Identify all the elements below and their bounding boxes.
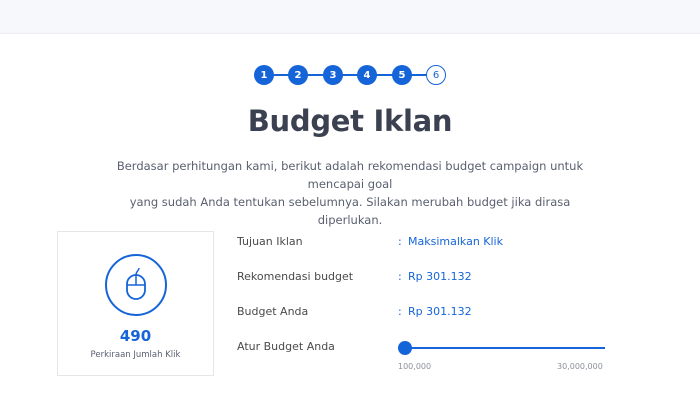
page-description: Berdasar perhitungan kami, berikut adala… xyxy=(110,157,590,229)
your-budget-value: Rp 301.132 xyxy=(408,305,472,318)
slider-min-label: 100,000 xyxy=(398,362,432,371)
click-estimate-card: 490 Perkiraan Jumlah Klik xyxy=(57,231,214,376)
mouse-icon-circle xyxy=(105,254,167,316)
your-budget-label: Budget Anda xyxy=(237,305,309,318)
objective-value: Maksimalkan Klik xyxy=(408,235,503,248)
step-1[interactable]: 1 xyxy=(254,65,274,85)
page-title: Budget Iklan xyxy=(247,104,453,138)
step-2[interactable]: 2 xyxy=(288,65,308,85)
step-4[interactable]: 4 xyxy=(357,65,377,85)
recommended-budget-colon: : xyxy=(398,270,402,283)
description-line-1: Berdasar perhitungan kami, berikut adala… xyxy=(116,159,584,191)
step-5[interactable]: 5 xyxy=(392,65,412,85)
objective-label: Tujuan Iklan xyxy=(237,235,303,248)
progress-stepper: 1 2 3 4 5 6 xyxy=(254,65,446,85)
estimated-clicks-value: 490 xyxy=(119,327,152,345)
recommended-budget-value: Rp 301.132 xyxy=(408,270,472,283)
budget-slider-thumb[interactable] xyxy=(398,341,412,355)
step-3[interactable]: 3 xyxy=(323,65,343,85)
estimated-clicks-label: Perkiraan Jumlah Klik xyxy=(90,350,181,360)
objective-colon: : xyxy=(398,235,402,248)
description-line-2: yang sudah Anda tentukan sebelumnya. Sil… xyxy=(129,195,571,227)
your-budget-colon: : xyxy=(398,305,402,318)
top-header-bar xyxy=(0,0,700,34)
budget-slider-label: Atur Budget Anda xyxy=(237,340,335,353)
budget-slider-track[interactable] xyxy=(405,347,605,349)
step-6[interactable]: 6 xyxy=(426,65,446,85)
mouse-icon xyxy=(126,267,146,300)
recommended-budget-label: Rekomendasi budget xyxy=(237,270,354,283)
slider-max-label: 30,000,000 xyxy=(557,362,603,371)
